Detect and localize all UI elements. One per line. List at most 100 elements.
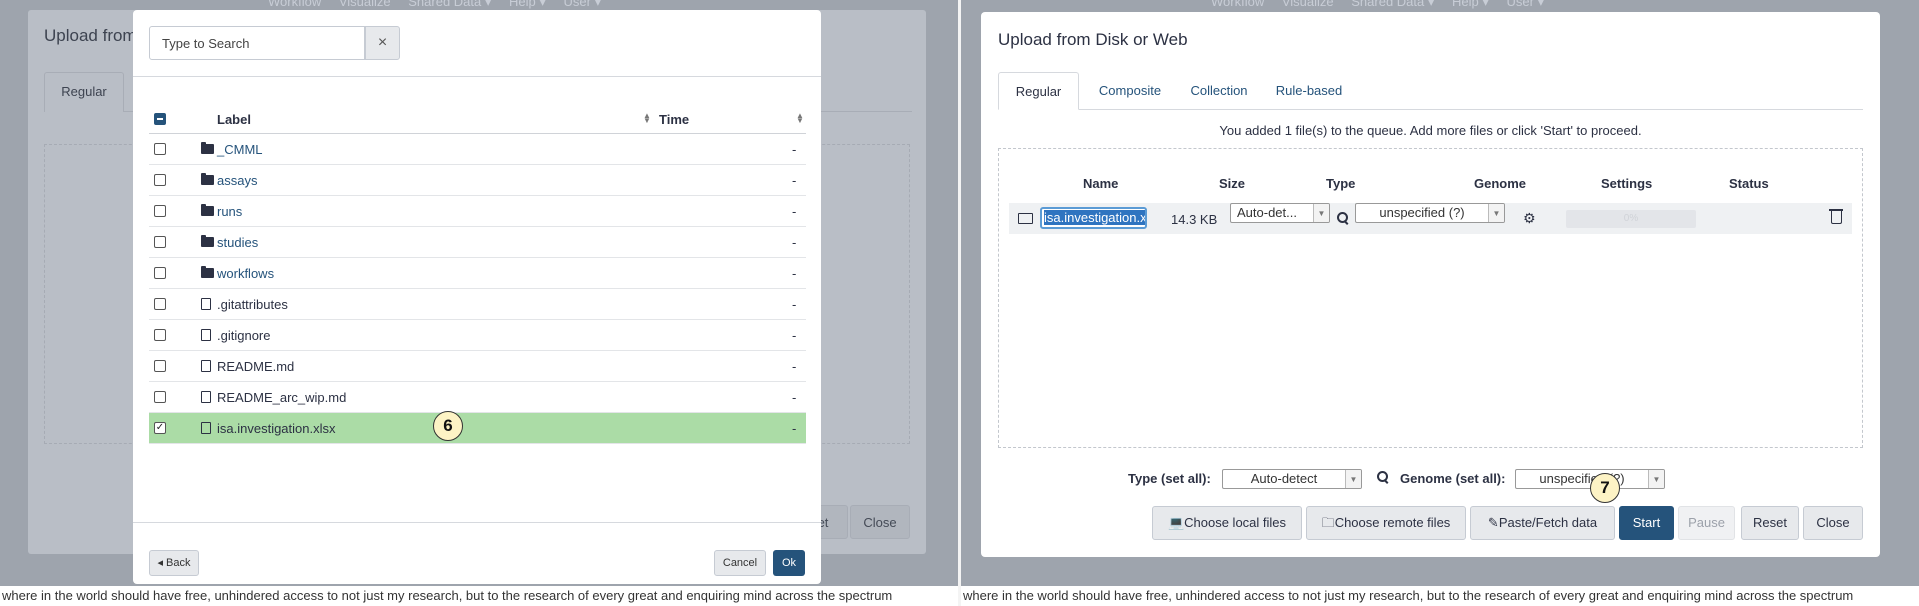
chevron-down-icon: ▼ <box>1488 204 1504 222</box>
row-time: - <box>792 173 797 188</box>
cancel-button[interactable]: Cancel <box>714 550 766 576</box>
back-button-label: Back <box>166 557 191 569</box>
upload-drop-zone[interactable]: Name Size Type Genome Settings Status is… <box>998 148 1863 448</box>
nav-shared-data[interactable]: Shared Data ▾ <box>1351 0 1434 9</box>
file-table-row[interactable]: ✓ isa.investigation.xlsx - <box>149 413 806 444</box>
row-time: - <box>792 359 797 374</box>
time-column-header[interactable]: Time <box>659 112 689 127</box>
file-size: 14.3 KB <box>1171 212 1218 227</box>
row-checkbox[interactable]: ✓ <box>154 422 166 434</box>
file-table-row[interactable]: studies - <box>149 227 806 258</box>
row-checkbox[interactable] <box>154 298 166 310</box>
nav-user[interactable]: User ▾ <box>564 0 602 9</box>
queue-message: You added 1 file(s) to the queue. Add mo… <box>1219 123 1642 138</box>
type-set-all-select[interactable]: Auto-detect ▼ <box>1222 469 1362 489</box>
nav-visualize[interactable]: Visualize <box>1282 0 1334 9</box>
row-checkbox[interactable] <box>154 174 166 186</box>
choose-remote-files-button[interactable]: 🗀Choose remote files <box>1306 506 1466 540</box>
reset-button[interactable]: Reset <box>1741 506 1799 540</box>
row-time: - <box>792 297 797 312</box>
choose-local-files-button[interactable]: 💻Choose local files <box>1152 506 1302 540</box>
row-label: .gitignore <box>217 328 271 343</box>
nav-workflow[interactable]: Workflow <box>1211 0 1264 9</box>
label-sort-icon[interactable]: ▲ ▼ <box>643 112 651 125</box>
type-set-all-value: Auto-detect <box>1250 471 1318 486</box>
genome-select[interactable]: unspecified (?) ▼ <box>1355 203 1505 223</box>
row-checkbox[interactable] <box>154 329 166 341</box>
file-table-row[interactable]: .gitattributes - <box>149 289 806 320</box>
folder-open-icon[interactable] <box>1018 213 1033 224</box>
row-label[interactable]: workflows <box>217 266 274 281</box>
background-close-button: Close <box>850 505 910 539</box>
file-picker-modal: × Label ▲▼ Time ▲▼ _CMML-assays-runs-stu… <box>133 10 821 584</box>
gear-icon[interactable]: ⚙ <box>1523 211 1536 225</box>
nav-visualize[interactable]: Visualize <box>339 0 391 9</box>
page-footer-text-right: where in the world should have free, unh… <box>961 586 1919 606</box>
file-table-header: Label ▲ ▼ Time ▲ ▼ <box>149 104 806 134</box>
paste-fetch-button[interactable]: ✎Paste/Fetch data <box>1470 506 1615 540</box>
left-screenshot-panel: Workflow Visualize Shared Data ▾ Help ▾ … <box>0 0 958 606</box>
file-table-row[interactable]: runs - <box>149 196 806 227</box>
search-icon[interactable] <box>1377 471 1389 483</box>
file-table-row[interactable]: _CMML - <box>149 134 806 165</box>
trash-icon[interactable] <box>1829 209 1843 224</box>
row-time: - <box>792 204 797 219</box>
search-icon[interactable] <box>1337 212 1349 224</box>
row-checkbox[interactable] <box>154 360 166 372</box>
file-name-input[interactable]: isa.investigation.xlsx <box>1040 207 1147 229</box>
search-clear-button[interactable]: × <box>365 26 400 60</box>
type-select-value: Auto-det... <box>1237 205 1297 220</box>
edit-icon: ✎ <box>1487 515 1499 530</box>
choose-local-files-label: Choose local files <box>1184 515 1287 530</box>
file-icon <box>201 422 213 434</box>
file-table: Label ▲ ▼ Time ▲ ▼ _CMML - assays - runs - studi… <box>149 104 806 444</box>
file-icon <box>201 360 213 372</box>
chevron-down-icon: ▼ <box>1313 204 1329 222</box>
back-button[interactable]: ◂ Back <box>149 550 199 576</box>
paste-fetch-label: Paste/Fetch data <box>1498 515 1598 530</box>
nav-user[interactable]: User ▾ <box>1507 0 1545 9</box>
type-column-header: Type <box>1326 176 1356 191</box>
file-table-row[interactable]: .gitignore - <box>149 320 806 351</box>
row-label[interactable]: _CMML <box>217 142 263 157</box>
row-checkbox[interactable] <box>154 267 166 279</box>
start-button[interactable]: Start <box>1619 506 1674 540</box>
time-sort-icon[interactable]: ▲ ▼ <box>796 112 804 125</box>
row-label[interactable]: assays <box>217 173 257 188</box>
file-table-row[interactable]: workflows - <box>149 258 806 289</box>
file-table-row[interactable]: assays - <box>149 165 806 196</box>
file-name-value: isa.investigation.xlsx <box>1044 210 1145 225</box>
label-column-header[interactable]: Label <box>217 112 251 127</box>
row-checkbox[interactable] <box>154 205 166 217</box>
row-checkbox[interactable] <box>154 143 166 155</box>
row-time: - <box>792 328 797 343</box>
nav-workflow[interactable]: Workflow <box>268 0 321 9</box>
tab-rule-based[interactable]: Rule-based <box>1265 72 1353 110</box>
file-table-row[interactable]: README.md - <box>149 351 806 382</box>
name-column-header: Name <box>1083 176 1119 191</box>
pause-button[interactable]: Pause <box>1678 506 1735 540</box>
upload-progress-bar: 0% <box>1566 210 1696 228</box>
file-table-row[interactable]: README_arc_wip.md - <box>149 382 806 413</box>
tab-collection[interactable]: Collection <box>1177 72 1261 110</box>
folder-icon <box>201 266 214 279</box>
row-label: isa.investigation.xlsx <box>217 421 336 436</box>
select-all-checkbox[interactable] <box>154 113 166 125</box>
row-checkbox[interactable] <box>154 236 166 248</box>
row-label: README_arc_wip.md <box>217 390 347 405</box>
tab-regular[interactable]: Regular <box>998 72 1079 110</box>
type-select[interactable]: Auto-det... ▼ <box>1230 203 1330 223</box>
row-checkbox[interactable] <box>154 391 166 403</box>
nav-help[interactable]: Help ▾ <box>509 0 546 9</box>
folder-open-icon: 🗀 <box>1321 515 1335 530</box>
nav-shared-data[interactable]: Shared Data ▾ <box>408 0 491 9</box>
search-input[interactable] <box>149 26 365 60</box>
tab-composite[interactable]: Composite <box>1085 72 1175 110</box>
file-icon <box>201 329 213 341</box>
row-label[interactable]: studies <box>217 235 258 250</box>
ok-button[interactable]: Ok <box>773 550 805 576</box>
close-button[interactable]: Close <box>1803 506 1863 540</box>
nav-help[interactable]: Help ▾ <box>1452 0 1489 9</box>
row-label[interactable]: runs <box>217 204 242 219</box>
tab-divider <box>998 109 1863 110</box>
